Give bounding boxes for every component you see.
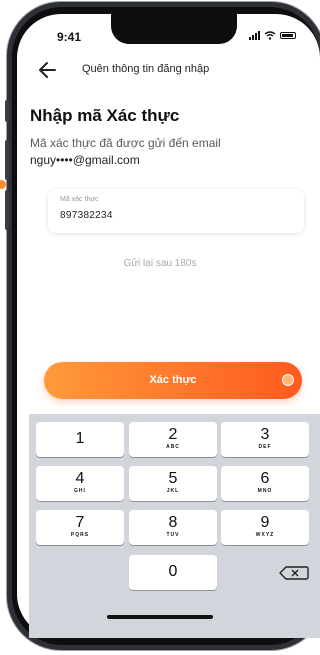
phone-side-button bbox=[5, 100, 9, 122]
keypad-key-4[interactable]: 4 GHI bbox=[36, 466, 124, 501]
input-value[interactable]: 897382234 bbox=[60, 210, 113, 221]
wifi-icon bbox=[264, 31, 276, 40]
arrow-left-icon[interactable] bbox=[37, 60, 59, 80]
keypad-key-8[interactable]: 8 TUV bbox=[129, 510, 217, 545]
verify-button-label: Xác thực bbox=[149, 374, 197, 386]
resend-countdown: Gửi lại sau 180s bbox=[123, 258, 197, 269]
keypad-key-2[interactable]: 2 ABC bbox=[129, 422, 217, 457]
keypad-key-3[interactable]: 3 DEF bbox=[221, 422, 309, 457]
key-letters: TUV bbox=[166, 532, 180, 538]
key-number: 1 bbox=[75, 430, 85, 447]
keypad-key-6[interactable]: 6 MNO bbox=[221, 466, 309, 501]
keypad-key-5[interactable]: 5 JKL bbox=[129, 466, 217, 501]
annotation-dot bbox=[0, 180, 6, 189]
status-time: 9:41 bbox=[57, 30, 82, 44]
signal-icon bbox=[249, 31, 260, 40]
key-number: 0 bbox=[168, 563, 178, 580]
battery-icon bbox=[280, 32, 296, 39]
verification-code-field[interactable]: Mã xác thực 897382234 bbox=[48, 189, 304, 233]
masked-email: nguy••••@gmail.com bbox=[30, 153, 140, 167]
key-number: 2 bbox=[168, 426, 178, 443]
description-text: Mã xác thực đã được gửi đến email bbox=[30, 136, 221, 150]
phone-side-button bbox=[5, 190, 9, 230]
keypad-key-9[interactable]: 9 WXYZ bbox=[221, 510, 309, 545]
key-letters: PQRS bbox=[70, 532, 90, 538]
keypad-key-1[interactable]: 1 bbox=[36, 422, 124, 457]
verify-button[interactable]: Xác thực bbox=[44, 362, 302, 399]
header-title: Quên thông tin đăng nhập bbox=[82, 63, 210, 75]
notch bbox=[111, 14, 237, 44]
key-number: 4 bbox=[75, 470, 85, 487]
key-number: 8 bbox=[168, 514, 178, 531]
key-letters: GHI bbox=[74, 488, 86, 494]
key-number: 6 bbox=[260, 470, 270, 487]
status-icons bbox=[249, 31, 296, 40]
key-letters: JKL bbox=[166, 488, 180, 494]
keypad-key-0[interactable]: 0 bbox=[129, 555, 217, 590]
numeric-keyboard: 1 2 ABC 3 DEF 4 GHI 5 JKL 6 MNO 7 PQRS 8 TUV 9 WXYZ 0 bbox=[29, 414, 320, 638]
key-letters: MNO bbox=[257, 488, 273, 494]
annotation-marker bbox=[282, 374, 294, 386]
backspace-icon[interactable] bbox=[250, 555, 320, 590]
key-number: 5 bbox=[168, 470, 178, 487]
page-title: Nhập mã Xác thực bbox=[30, 106, 180, 125]
key-number: 7 bbox=[75, 514, 85, 531]
home-indicator bbox=[107, 615, 213, 619]
header: Quên thông tin đăng nhập bbox=[0, 58, 320, 82]
key-letters: DEF bbox=[258, 444, 272, 450]
key-number: 9 bbox=[260, 514, 270, 531]
key-letters: WXYZ bbox=[255, 532, 275, 538]
key-letters: ABC bbox=[166, 444, 180, 450]
key-number: 3 bbox=[260, 426, 270, 443]
phone-side-button bbox=[5, 140, 9, 180]
keypad-key-7[interactable]: 7 PQRS bbox=[36, 510, 124, 545]
input-label: Mã xác thực bbox=[60, 196, 99, 203]
